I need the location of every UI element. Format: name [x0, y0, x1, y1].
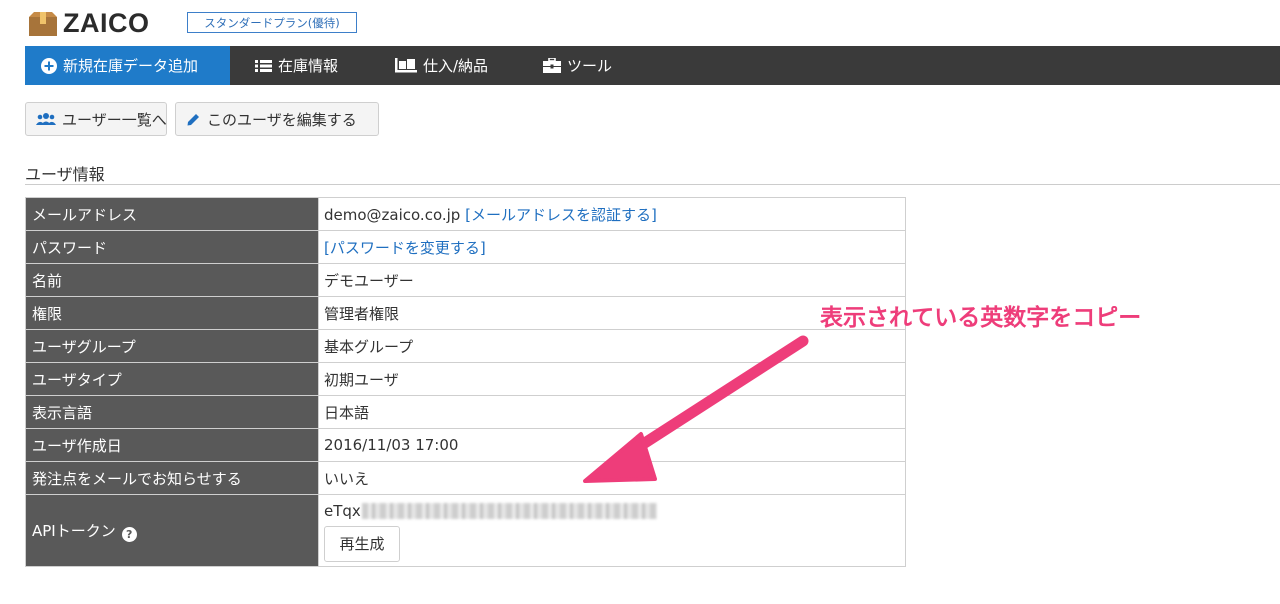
- table-row: 表示言語 日本語: [25, 395, 906, 429]
- row-label: 発注点をメールでお知らせする: [25, 461, 319, 495]
- edit-user-label: このユーザを編集する: [207, 110, 357, 129]
- table-row: ユーザグループ 基本グループ: [25, 329, 906, 363]
- api-token-value[interactable]: eTqx: [324, 498, 905, 524]
- row-value: 日本語: [318, 395, 906, 429]
- row-value: 管理者権限: [318, 296, 906, 330]
- row-value: 初期ユーザ: [318, 362, 906, 396]
- change-password-link[interactable]: [パスワードを変更する]: [324, 239, 486, 257]
- row-value: [パスワードを変更する]: [318, 230, 906, 264]
- api-token-label: APIトークン: [32, 521, 116, 540]
- table-row: パスワード [パスワードを変更する]: [25, 230, 906, 264]
- edit-user-button[interactable]: このユーザを編集する: [175, 102, 379, 136]
- table-row: ユーザタイプ 初期ユーザ: [25, 362, 906, 396]
- plus-circle-icon: [41, 57, 57, 74]
- toolbox-icon: [543, 58, 561, 73]
- question-circle-icon[interactable]: ?: [121, 526, 137, 542]
- nav-purchase-delivery[interactable]: 仕入/納品: [395, 46, 488, 85]
- table-row: メールアドレス demo@zaico.co.jp [メールアドレスを認証する]: [25, 197, 906, 231]
- users-icon: [36, 112, 56, 126]
- zaico-logo[interactable]: ZAICO: [28, 8, 150, 39]
- pencil-icon: [186, 112, 201, 127]
- table-row: 名前 デモユーザー: [25, 263, 906, 297]
- logo-text: ZAICO: [63, 8, 150, 38]
- row-label: 名前: [25, 263, 319, 297]
- user-list-label: ユーザー一覧へ: [62, 110, 167, 129]
- row-label: メールアドレス: [25, 197, 319, 231]
- api-token-prefix: eTqx: [324, 501, 361, 520]
- table-row: 発注点をメールでお知らせする いいえ: [25, 461, 906, 495]
- nav-stock-info-label: 在庫情報: [278, 57, 339, 75]
- blurred-token: [361, 502, 657, 519]
- row-value: デモユーザー: [318, 263, 906, 297]
- table-row: ユーザ作成日 2016/11/03 17:00: [25, 428, 906, 462]
- main-nav: 新規在庫データ追加 在庫情報 仕入/納品 ツール: [25, 46, 1280, 85]
- annotation-text: 表示されている英数字をコピー: [820, 305, 1142, 331]
- row-label: ユーザグループ: [25, 329, 319, 363]
- plan-badge: スタンダードプラン(優待): [187, 12, 357, 33]
- row-value: demo@zaico.co.jp [メールアドレスを認証する]: [318, 197, 906, 231]
- email-value: demo@zaico.co.jp: [324, 205, 461, 224]
- nav-new-stock[interactable]: 新規在庫データ追加: [25, 46, 230, 85]
- user-info-table: メールアドレス demo@zaico.co.jp [メールアドレスを認証する] …: [25, 197, 906, 567]
- row-label: パスワード: [25, 230, 319, 264]
- section-divider: [25, 184, 1280, 185]
- row-value: eTqx 再生成: [318, 494, 906, 567]
- section-title: ユーザ情報: [25, 165, 105, 184]
- nav-tools-label: ツール: [567, 57, 613, 75]
- row-label: 表示言語: [25, 395, 319, 429]
- user-list-button[interactable]: ユーザー一覧へ: [25, 102, 167, 136]
- row-label: APIトークン?: [25, 494, 319, 567]
- row-value: 基本グループ: [318, 329, 906, 363]
- box-logo-icon: [28, 11, 58, 37]
- regenerate-button[interactable]: 再生成: [324, 525, 400, 562]
- top-header: ZAICO スタンダードプラン(優待): [0, 0, 1280, 46]
- row-value: 2016/11/03 17:00: [318, 428, 906, 462]
- nav-tools[interactable]: ツール: [543, 46, 612, 85]
- nav-new-stock-label: 新規在庫データ追加: [63, 57, 199, 75]
- nav-stock-info[interactable]: 在庫情報: [255, 46, 338, 85]
- nav-purchase-delivery-label: 仕入/納品: [423, 57, 489, 75]
- row-label: 権限: [25, 296, 319, 330]
- row-label: ユーザタイプ: [25, 362, 319, 396]
- list-icon: [255, 59, 272, 73]
- row-value: いいえ: [318, 461, 906, 495]
- table-row: 権限 管理者権限: [25, 296, 906, 330]
- row-label: ユーザ作成日: [25, 428, 319, 462]
- api-token-row: APIトークン? eTqx 再生成: [25, 494, 906, 567]
- dolly-icon: [395, 57, 417, 74]
- verify-email-link[interactable]: [メールアドレスを認証する]: [465, 206, 657, 224]
